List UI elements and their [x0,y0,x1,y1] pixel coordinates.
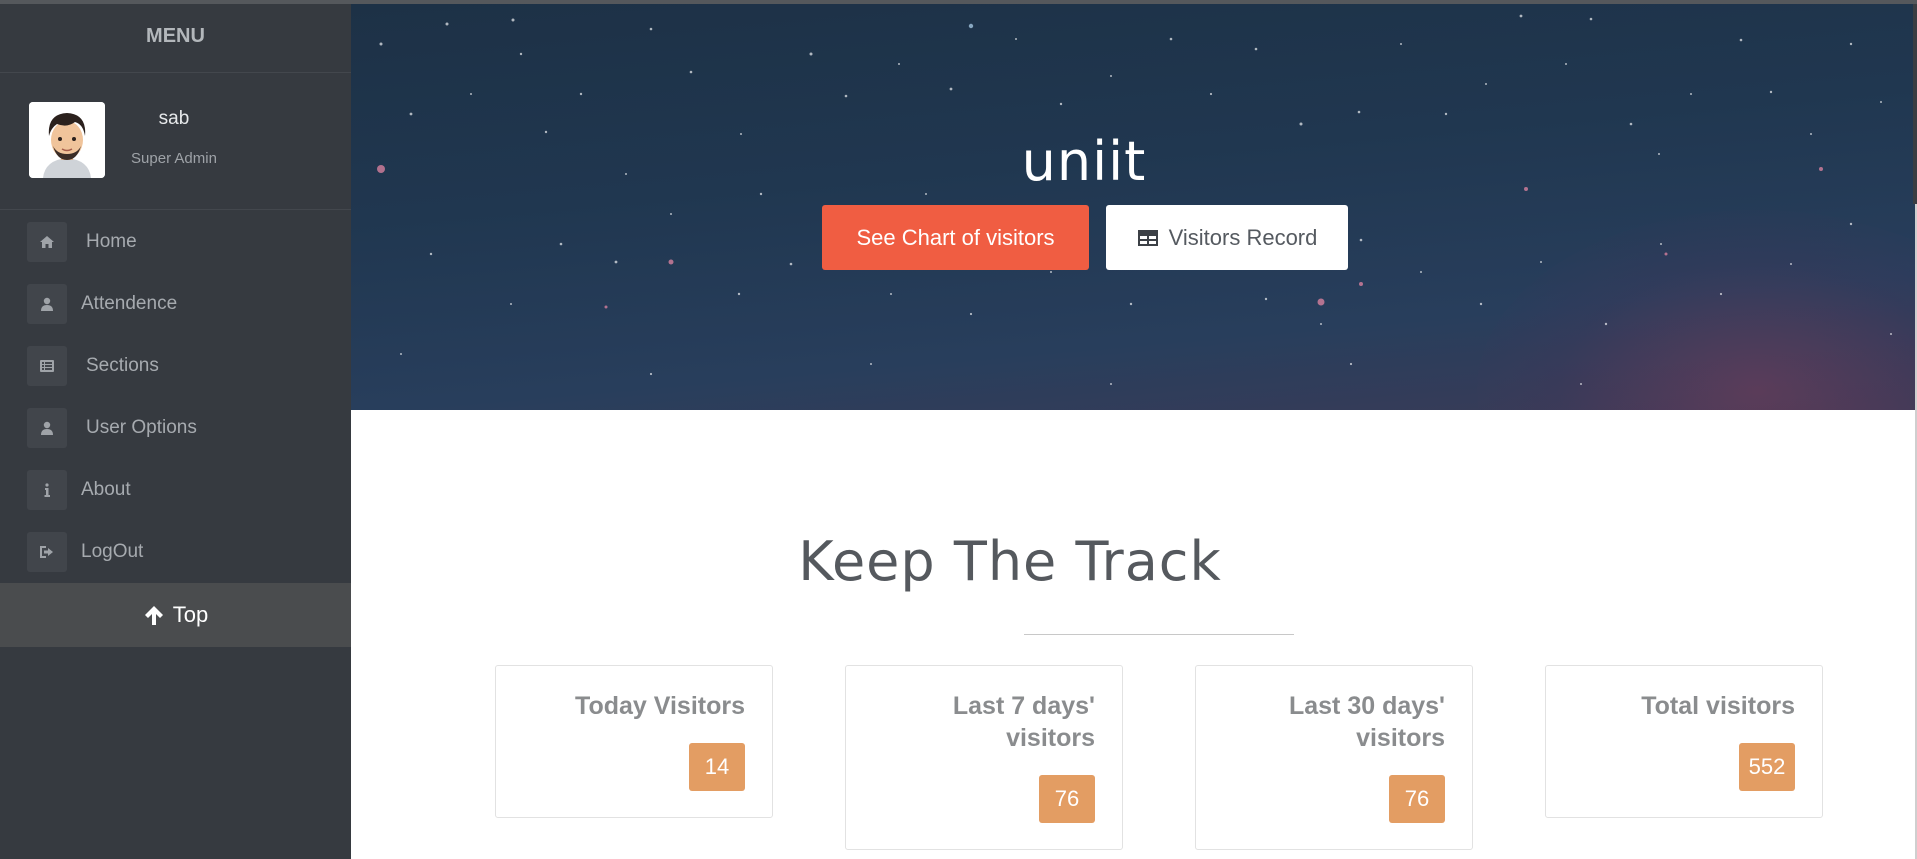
hero-title: uniit [1021,130,1147,193]
sidebar-nav: Home Attendence Sections User Options Ab… [0,210,351,582]
logout-icon [27,532,67,572]
sidebar-item-label: Sections [86,355,159,376]
stat-value-badge: 14 [689,743,745,791]
window-top-border [0,0,1917,4]
sidebar-item-label: Home [86,231,137,252]
arrow-up-icon [144,606,163,625]
scroll-top-label: Top [172,602,209,627]
section-title: Keep The Track [351,530,1917,593]
stat-card-title: Today Visitors [575,690,745,722]
sidebar-item-label: About [81,479,131,500]
hero-banner: uniit See Chart of visitors Visitors Rec… [351,4,1917,410]
home-icon [27,222,67,262]
table-icon [1137,229,1158,246]
visitors-record-button[interactable]: Visitors Record [1106,205,1348,270]
stat-card-title: Total visitors [1641,690,1795,722]
sidebar-item-home[interactable]: Home [0,210,351,272]
stat-value-badge: 552 [1739,743,1795,791]
stat-card-title-line: visitors [1356,724,1445,752]
user-role: Super Admin [131,150,217,167]
stat-value-badge: 76 [1389,775,1445,823]
sidebar: MENU sab Super Admin Home Attendence Sec… [0,4,351,859]
stat-card-title-line: Last 30 days' [1288,692,1445,720]
stat-card-title-line: Total visitors [1641,692,1795,720]
sidebar-item-user-options[interactable]: User Options [0,396,351,458]
stat-card-title: Last 30 days' visitors [1289,690,1445,754]
sidebar-item-attendence[interactable]: Attendence [0,272,351,334]
user-profile: sab Super Admin [0,73,351,210]
stat-card-title-line: Today Visitors [575,692,745,720]
see-chart-button[interactable]: See Chart of visitors [822,205,1089,270]
sidebar-item-label: Attendence [81,293,178,314]
stat-card-title-line: Last 7 days' [952,692,1095,720]
avatar[interactable] [29,102,105,178]
visitors-record-label: Visitors Record [1168,224,1318,250]
section-divider [1024,634,1294,635]
sidebar-item-label: LogOut [81,541,144,562]
user-icon [27,284,67,324]
avatar-image [29,102,105,178]
sidebar-item-label: User Options [86,417,197,438]
stat-card-last-7-days: Last 7 days' visitors 76 [845,665,1123,850]
stat-card-last-30-days: Last 30 days' visitors 76 [1195,665,1473,850]
sidebar-item-sections[interactable]: Sections [0,334,351,396]
scrollbar-thumb[interactable] [1913,4,1917,204]
user-name: sab [158,108,190,129]
stat-card-title-line: visitors [1006,724,1095,752]
stat-card-total: Total visitors 552 [1545,665,1823,818]
list-icon [27,346,67,386]
section-title-text: Keep The Track [798,530,1222,593]
sidebar-item-about[interactable]: About [0,458,351,520]
stat-card-today: Today Visitors 14 [495,665,773,818]
info-icon [27,470,67,510]
user-icon [27,408,67,448]
stat-value-badge: 76 [1039,775,1095,823]
menu-title: MENU [0,4,351,73]
stat-card-title: Last 7 days' visitors [953,690,1095,754]
